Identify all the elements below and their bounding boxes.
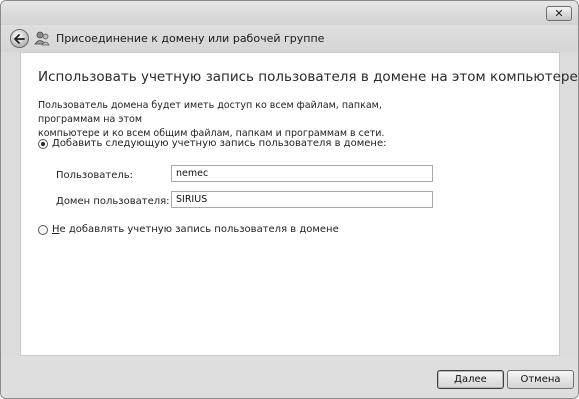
user-name-value: nemec bbox=[176, 168, 209, 179]
close-icon: ✕ bbox=[554, 7, 564, 20]
add-user-label-text: обавить следующую учетную запись пользов… bbox=[59, 138, 387, 149]
next-label-text: алее bbox=[461, 374, 487, 385]
skip-user-label: Не добавлять учетную запись пользователя… bbox=[52, 224, 339, 235]
navigation-bar: Присоединение к домену или рабочей групп… bbox=[1, 25, 578, 52]
back-arrow-icon bbox=[14, 33, 25, 44]
description-line-1: Пользователь домена будет иметь доступ к… bbox=[38, 100, 382, 125]
next-button[interactable]: Далее bbox=[437, 370, 504, 389]
window-title: Присоединение к домену или рабочей групп… bbox=[56, 32, 325, 45]
back-button[interactable] bbox=[10, 29, 29, 48]
skip-user-label-text: е добавлять учетную запись пользователя … bbox=[59, 224, 339, 235]
content-panel: Использовать учетную запись пользователя… bbox=[20, 52, 578, 356]
dialog-window: ✕ Присоединение к домену или рабочей гру… bbox=[0, 0, 579, 399]
add-user-label: Добавить следующую учетную запись пользо… bbox=[52, 138, 386, 149]
title-bar: ✕ bbox=[1, 1, 578, 25]
user-name-input[interactable]: nemec bbox=[171, 165, 433, 182]
add-user-radio[interactable] bbox=[38, 138, 48, 149]
next-button-label: Далее bbox=[454, 374, 487, 385]
domain-value: SIRIUS bbox=[176, 194, 208, 205]
skip-user-option[interactable]: Не добавлять учетную запись пользователя… bbox=[38, 224, 339, 235]
next-mnemonic: Д bbox=[454, 374, 462, 385]
domain-input[interactable]: SIRIUS bbox=[171, 191, 433, 208]
cancel-button-label: Отмена bbox=[520, 374, 561, 385]
page-heading: Использовать учетную запись пользователя… bbox=[38, 69, 579, 85]
domain-field-label: Домен пользователя: bbox=[56, 196, 170, 207]
dialog-footer: Далее Отмена bbox=[1, 356, 578, 398]
cancel-button[interactable]: Отмена bbox=[507, 370, 574, 389]
description-text: Пользователь домена будет иметь доступ к… bbox=[38, 99, 438, 141]
skip-user-mnemonic: Н bbox=[52, 224, 60, 235]
close-button[interactable]: ✕ bbox=[546, 6, 572, 21]
users-network-icon bbox=[34, 31, 50, 46]
user-field-label: Пользователь: bbox=[56, 170, 134, 181]
add-user-mnemonic: Д bbox=[52, 138, 60, 149]
add-user-option[interactable]: Добавить следующую учетную запись пользо… bbox=[38, 138, 386, 149]
skip-user-radio[interactable] bbox=[38, 224, 48, 235]
